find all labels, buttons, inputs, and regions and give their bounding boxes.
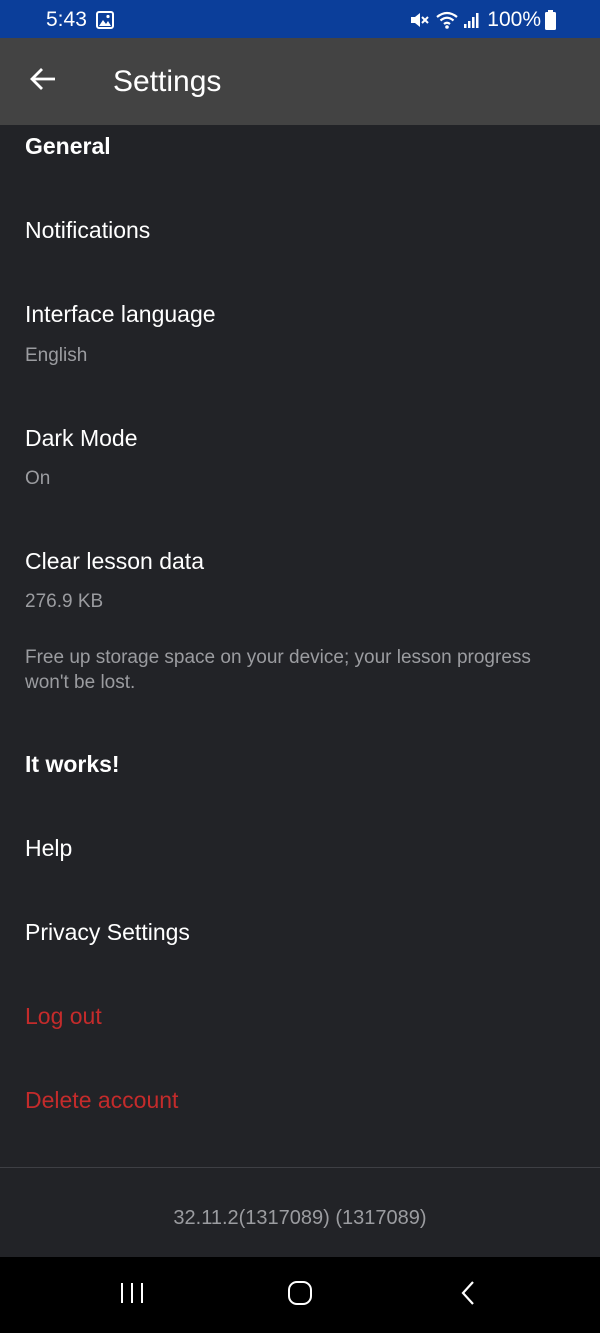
settings-item-help[interactable] — [0, 808, 600, 890]
battery-percent: 100% — [487, 8, 541, 31]
settings-item-interface-language[interactable] — [0, 276, 600, 392]
footer-divider — [0, 1167, 600, 1168]
status-time: 5:43 — [46, 8, 87, 31]
battery-icon — [545, 10, 556, 30]
nav-back-icon — [459, 1280, 477, 1311]
section-header-general: General — [25, 133, 111, 159]
mute-icon — [409, 10, 429, 30]
back-arrow-icon — [29, 67, 57, 96]
settings-item-dark-mode[interactable] — [0, 398, 600, 514]
section-header-it-works: It works! — [25, 751, 120, 777]
interface-language-label: Interface language — [25, 301, 216, 327]
status-icons: 100% — [409, 7, 556, 33]
back-button[interactable] — [18, 58, 68, 104]
clear-lesson-data-label: Clear lesson data — [25, 548, 204, 574]
system-nav-bar — [0, 1257, 600, 1333]
app-version: 32.11.2(1317089) (1317089) — [173, 1207, 427, 1229]
recents-icon — [119, 1281, 145, 1310]
interface-language-value: English — [25, 345, 88, 366]
privacy-settings-label: Privacy Settings — [25, 919, 190, 945]
notifications-label: Notifications — [25, 217, 151, 243]
status-bar: 5:43 100% — [0, 0, 600, 38]
gallery-icon — [96, 11, 114, 29]
clear-lesson-data-description: Free up storage space on your device; yo… — [25, 647, 531, 693]
nav-back-button[interactable] — [438, 1275, 498, 1315]
help-label: Help — [25, 835, 73, 861]
page-title: Settings — [113, 65, 222, 98]
signal-icon — [463, 11, 481, 29]
wifi-icon — [435, 10, 459, 30]
home-icon — [287, 1280, 313, 1311]
log-out-label: Log out — [25, 1003, 102, 1029]
dark-mode-value: On — [25, 468, 51, 489]
recents-button[interactable] — [102, 1275, 162, 1315]
clear-lesson-data-size: 276.9 KB — [25, 591, 104, 612]
delete-account-label: Delete account — [25, 1087, 179, 1113]
home-button[interactable] — [270, 1275, 330, 1315]
settings-screen: 5:43 100% Settings General Notifications… — [0, 0, 600, 1333]
app-bar: Settings — [0, 38, 600, 125]
dark-mode-label: Dark Mode — [25, 425, 138, 451]
